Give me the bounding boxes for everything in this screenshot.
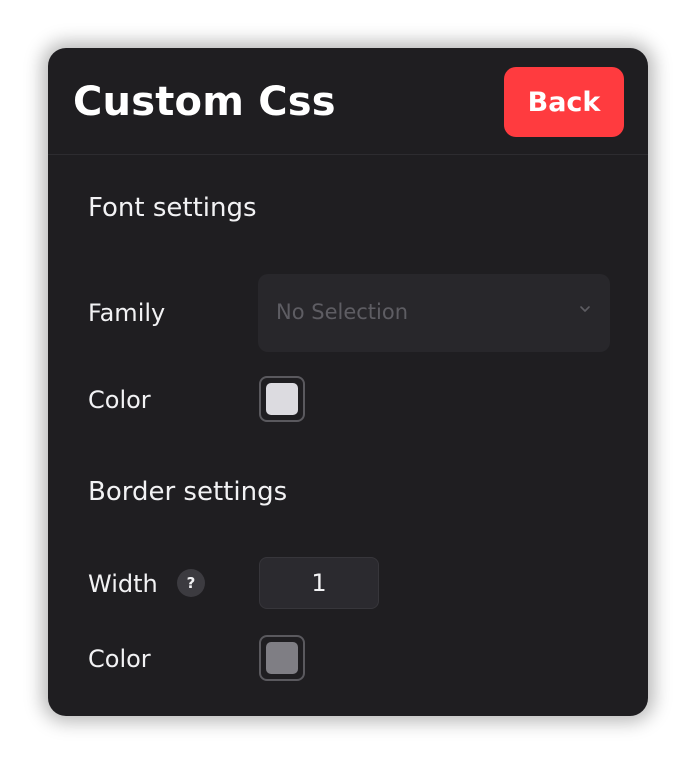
custom-css-panel: Custom Css Back Font settings Family No …	[48, 48, 648, 716]
panel-header: Custom Css Back	[48, 48, 648, 155]
chevron-down-icon	[580, 306, 590, 312]
font-color-preview	[266, 383, 298, 415]
font-family-select[interactable]: No Selection	[258, 274, 610, 352]
border-width-input[interactable]: 1	[259, 557, 379, 609]
page-title: Custom Css	[73, 79, 336, 125]
font-settings-heading: Font settings	[88, 193, 257, 223]
family-label: Family	[88, 299, 166, 327]
back-button[interactable]: Back	[504, 67, 624, 137]
font-color-swatch[interactable]	[259, 376, 305, 422]
font-family-value: No Selection	[276, 300, 409, 324]
border-settings-heading: Border settings	[88, 477, 288, 507]
font-color-label: Color	[88, 386, 151, 414]
border-color-label: Color	[88, 645, 151, 673]
width-label: Width	[88, 570, 158, 598]
help-icon[interactable]: ?	[177, 569, 205, 597]
border-color-swatch[interactable]	[259, 635, 305, 681]
border-color-preview	[266, 642, 298, 674]
